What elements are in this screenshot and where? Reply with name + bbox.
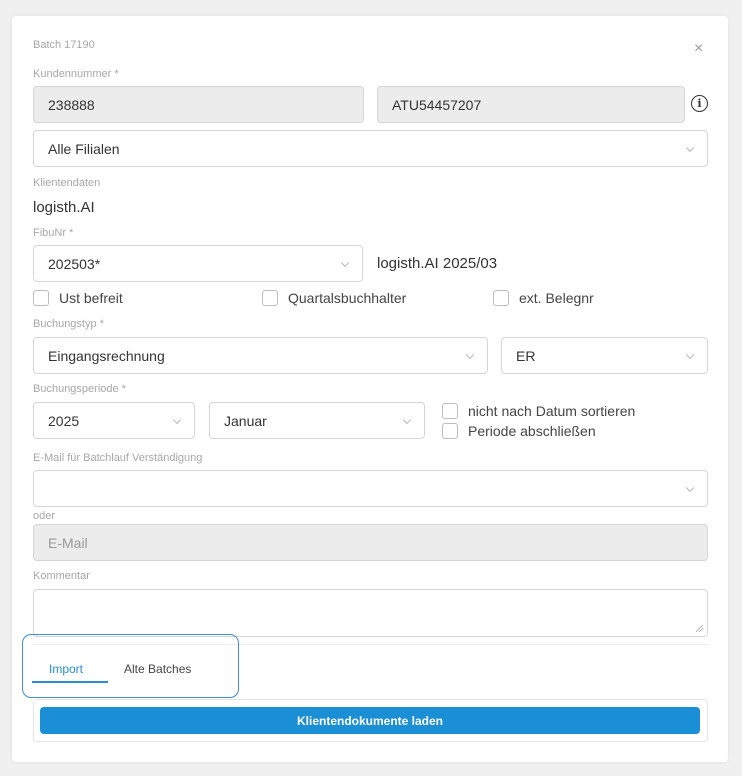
tab-alte-batches[interactable]: Alte Batches [124, 662, 191, 676]
quartalsbuchhalter-label: Quartalsbuchhalter [288, 290, 407, 306]
buchungstyp-selected: Eingangsrechnung [48, 347, 165, 364]
fibunr-label: FibuNr * [33, 227, 74, 239]
fibunr-selected: 202503* [48, 255, 101, 272]
year-select[interactable]: 2025 [33, 402, 195, 439]
kundennummer-label: Kundennummer * [33, 68, 119, 80]
close-icon[interactable]: × [694, 40, 703, 58]
uid-value: ATU54457207 [392, 96, 482, 113]
email-label: E-Mail für Batchlauf Verständigung [33, 452, 203, 464]
month-select[interactable]: Januar [209, 402, 425, 439]
klientendaten-value: logisth.AI [33, 199, 95, 216]
kundennummer-field: 238888 [33, 86, 364, 123]
quartalsbuchhalter-checkbox[interactable]: Quartalsbuchhalter [262, 290, 406, 306]
batch-dialog: Batch 17190 × Kundennummer * 238888 ATU5… [12, 16, 728, 762]
kundennummer-value: 238888 [48, 96, 95, 113]
fibunr-select[interactable]: 202503* [33, 245, 363, 282]
nicht-sortieren-label: nicht nach Datum sortieren [468, 403, 636, 419]
tab-import[interactable]: Import [49, 662, 83, 676]
email-input: E-Mail [33, 524, 708, 561]
kommentar-label: Kommentar [33, 570, 90, 582]
checkbox-box[interactable] [442, 423, 458, 439]
buchungstyp-select[interactable]: Eingangsrechnung [33, 337, 488, 374]
buchungstyp-label: Buchungstyp * [33, 318, 104, 330]
ust-befreit-label: Ust befreit [59, 290, 123, 306]
info-icon[interactable]: i [691, 95, 708, 112]
resize-handle-icon[interactable] [696, 625, 703, 632]
checkbox-box[interactable] [493, 290, 509, 306]
chevron-down-icon [685, 143, 695, 152]
klientendaten-label: Klientendaten [33, 177, 101, 189]
dialog-title: Batch 17190 [33, 39, 95, 51]
month-selected: Januar [224, 412, 267, 429]
kommentar-textarea[interactable] [33, 589, 708, 637]
year-selected: 2025 [48, 412, 80, 429]
ust-befreit-checkbox[interactable]: Ust befreit [33, 290, 123, 306]
uid-field: ATU54457207 [377, 86, 685, 123]
filialen-selected: Alle Filialen [48, 140, 120, 157]
email-select[interactable] [33, 470, 708, 507]
buchungstyp-code-select[interactable]: ER [501, 337, 708, 374]
ext-belegnr-label: ext. Belegnr [519, 290, 594, 306]
chevron-down-icon [340, 258, 350, 267]
chevron-down-icon [172, 415, 182, 424]
tab-active-indicator [32, 681, 108, 683]
buchungstyp-code-selected: ER [516, 347, 536, 364]
periode-abschliessen-label: Periode abschließen [468, 423, 596, 439]
oder-label: oder [33, 510, 56, 522]
chevron-down-icon [465, 350, 475, 359]
checkbox-box[interactable] [262, 290, 278, 306]
chevron-down-icon [685, 350, 695, 359]
filialen-select[interactable]: Alle Filialen [33, 130, 708, 167]
ext-belegnr-checkbox[interactable]: ext. Belegnr [493, 290, 594, 306]
fibu-description: logisth.AI 2025/03 [377, 255, 498, 272]
email-placeholder: E-Mail [48, 534, 88, 551]
periode-abschliessen-checkbox[interactable]: Periode abschließen [442, 423, 596, 439]
buchungsperiode-label: Buchungsperiode * [33, 383, 126, 395]
nicht-sortieren-checkbox[interactable]: nicht nach Datum sortieren [442, 403, 635, 419]
chevron-down-icon [402, 415, 412, 424]
checkbox-box[interactable] [442, 403, 458, 419]
checkbox-box[interactable] [33, 290, 49, 306]
load-documents-button[interactable]: Klientendokumente laden [40, 707, 700, 734]
chevron-down-icon [685, 483, 695, 492]
